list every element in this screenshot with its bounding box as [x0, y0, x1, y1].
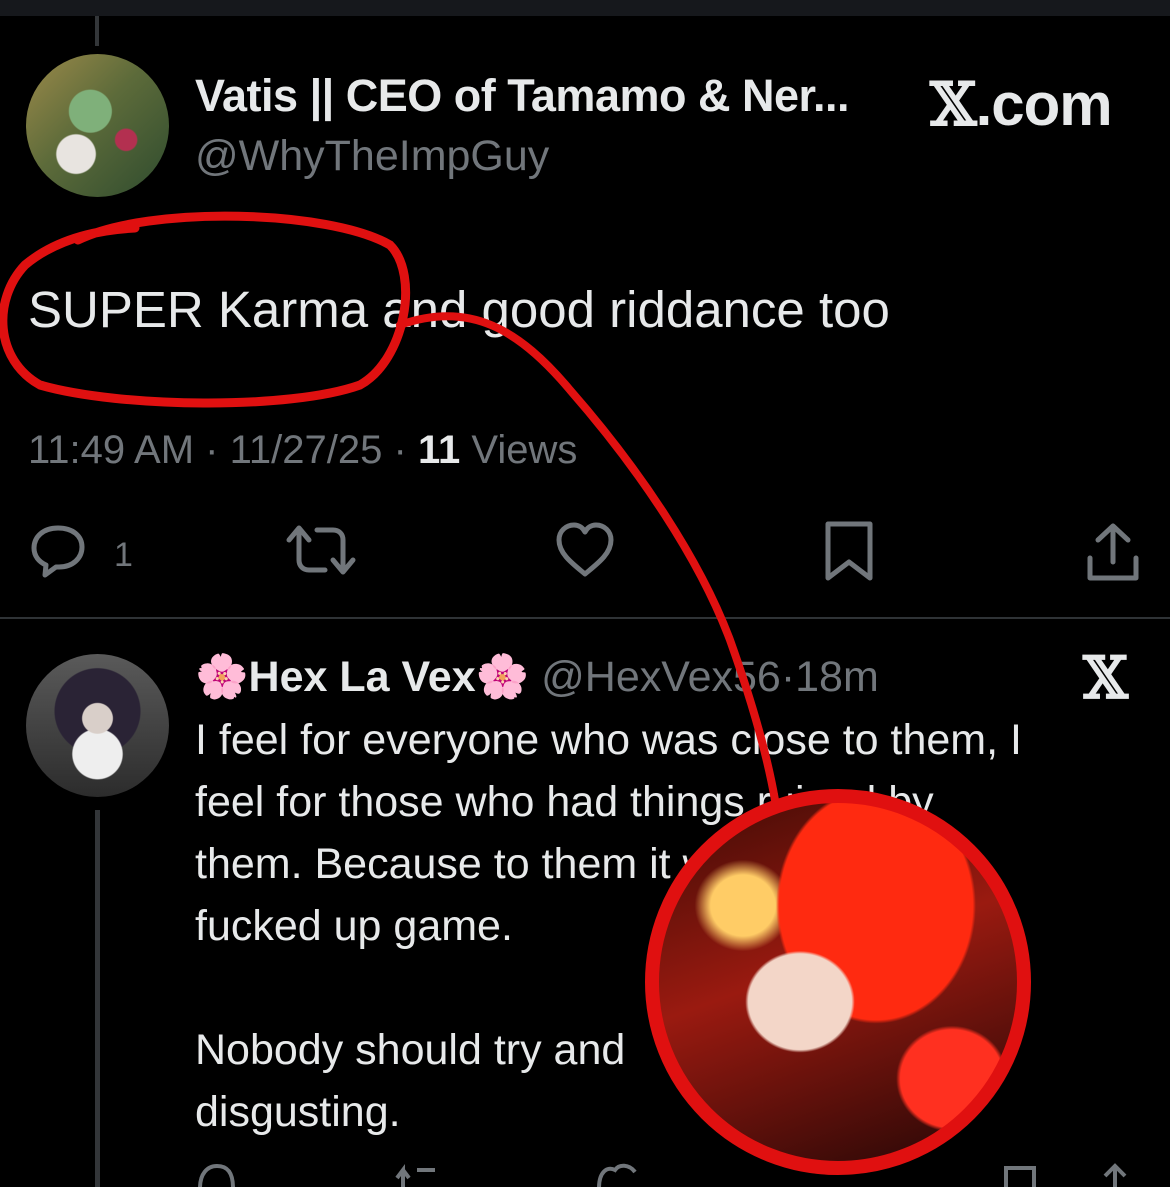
reply-text-line: Nobody should try and: [195, 1026, 626, 1074]
retweet-icon[interactable]: [285, 520, 357, 580]
views-label: Views: [471, 428, 578, 472]
reply-age[interactable]: 18m: [795, 653, 879, 701]
views-count: 11: [417, 428, 461, 472]
tweet-actions: [0, 520, 1170, 590]
reply-header: 🌸Hex La Vex🌸 @HexVex56·18m: [195, 652, 879, 702]
watermark-suffix: .com: [975, 71, 1113, 138]
reply-text-line: I feel for everyone who was close to the…: [195, 716, 1022, 764]
share-icon[interactable]: [1084, 520, 1142, 584]
tweet-text: SUPER Karma and good riddance too: [28, 281, 890, 338]
retweet-icon[interactable]: [395, 1160, 445, 1187]
x-com-watermark: 𝕏.com: [930, 70, 1113, 140]
flower-emoji: 🌸: [195, 653, 249, 701]
tweet-time[interactable]: 11:49 AM: [28, 428, 194, 472]
flower-emoji: 🌸: [475, 653, 530, 701]
share-icon[interactable]: [1095, 1160, 1135, 1187]
thread-line: [95, 810, 100, 1187]
author-avatar[interactable]: [26, 54, 169, 197]
bookmark-icon[interactable]: [822, 520, 876, 584]
x-logo-icon: 𝕏: [1083, 644, 1129, 712]
tweet-date[interactable]: 11/27/25: [230, 428, 383, 472]
like-icon[interactable]: [595, 1160, 645, 1187]
meta-separator: ·: [205, 428, 219, 472]
reply-author-avatar[interactable]: [26, 654, 169, 797]
reply-count: 1: [114, 536, 133, 574]
reply-text-line: disgusting.: [195, 1088, 401, 1136]
thread-line-top: [95, 16, 99, 46]
x-logo-icon: 𝕏: [930, 70, 977, 140]
top-bar: [0, 0, 1170, 16]
reply-icon[interactable]: [28, 520, 88, 580]
reply-author-name[interactable]: Hex La Vex: [249, 653, 476, 701]
author-name[interactable]: Vatis || CEO of Tamamo & Ner...: [195, 70, 850, 122]
like-icon[interactable]: [553, 520, 617, 580]
author-handle[interactable]: @WhyTheImpGuy: [195, 132, 549, 181]
zoomed-avatar: [648, 790, 1028, 1175]
divider: [0, 617, 1170, 619]
meta-separator: ·: [780, 653, 796, 701]
reply-actions: [0, 1160, 1170, 1187]
reply-author-handle[interactable]: @HexVex56: [541, 653, 781, 701]
reply-text-line: fucked up game.: [195, 902, 513, 950]
tweet-meta: 11:49 AM · 11/27/25 · 11 Views: [28, 428, 577, 473]
reply-icon[interactable]: [195, 1160, 235, 1187]
bookmark-icon[interactable]: [1000, 1160, 1040, 1187]
meta-separator: ·: [393, 428, 407, 472]
